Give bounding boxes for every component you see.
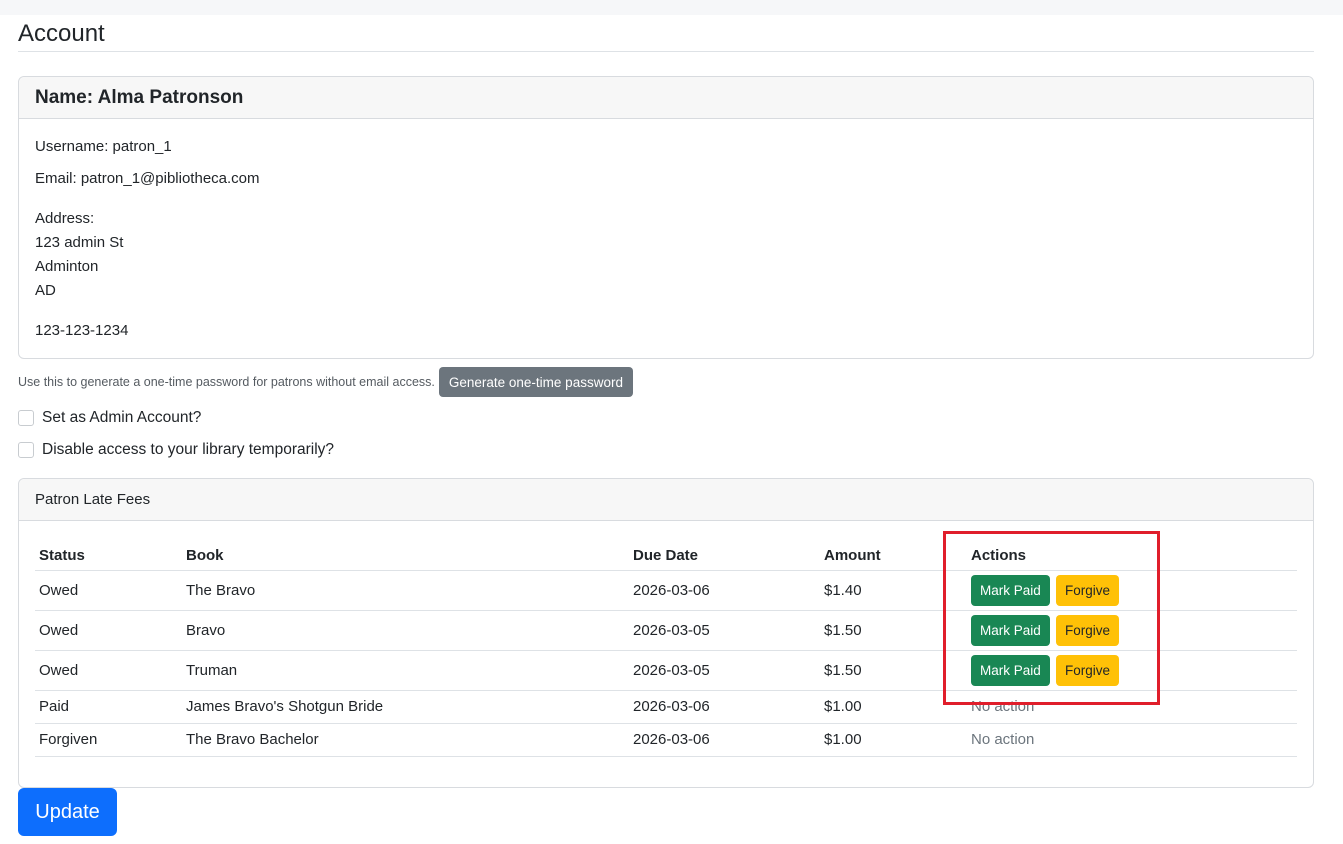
row-status: Forgiven (35, 723, 182, 757)
late-fees-header: Patron Late Fees (19, 479, 1313, 521)
username-line: Username: patron_1 (35, 138, 172, 155)
row-actions: Mark Paid Forgive (967, 610, 1297, 651)
column-header-amount: Amount (820, 535, 967, 571)
row-book: James Bravo's Shotgun Bride (182, 690, 629, 724)
otp-helper-text: Use this to generate a one-time password… (18, 375, 435, 389)
row-due-date: 2026-03-05 (629, 610, 820, 651)
address-line-2: Adminton (35, 258, 99, 275)
row-status: Owed (35, 570, 182, 611)
address-line-3: AD (35, 282, 56, 299)
row-due-date: 2026-03-06 (629, 570, 820, 611)
mark-paid-button[interactable]: Mark Paid (971, 574, 1050, 606)
mark-paid-button[interactable]: Mark Paid (971, 654, 1050, 686)
mark-paid-button[interactable]: Mark Paid (971, 614, 1050, 646)
patron-info-header: Name: Alma Patronson (19, 77, 1313, 119)
table-row: Paid James Bravo's Shotgun Bride 2026-03… (35, 690, 1297, 724)
row-amount: $1.50 (820, 650, 967, 691)
late-fees-card: Patron Late Fees Status Book Due Date Am… (18, 478, 1314, 788)
row-no-action: No action (967, 690, 1297, 724)
table-header-row: Status Book Due Date Amount Actions (35, 535, 1297, 571)
row-status: Owed (35, 650, 182, 691)
row-book: Truman (182, 650, 629, 691)
page-title: Account (18, 18, 1314, 52)
row-actions: Mark Paid Forgive (967, 570, 1297, 611)
row-status: Paid (35, 690, 182, 724)
disable-access-checkbox[interactable] (18, 442, 34, 458)
row-status: Owed (35, 610, 182, 651)
admin-checkbox[interactable] (18, 410, 34, 426)
row-book: The Bravo Bachelor (182, 723, 629, 757)
column-header-status: Status (35, 535, 182, 571)
row-amount: $1.00 (820, 723, 967, 757)
address-label: Address: (35, 210, 95, 227)
otp-row: Use this to generate a one-time password… (18, 367, 633, 397)
disable-access-option[interactable]: Disable access to your library temporari… (18, 441, 334, 459)
row-due-date: 2026-03-06 (629, 690, 820, 724)
table-row: Owed Truman 2026-03-05 $1.50 Mark Paid F… (35, 650, 1297, 691)
admin-checkbox-label: Set as Admin Account? (42, 409, 202, 426)
address-line-1: 123 admin St (35, 234, 124, 251)
phone-line: 123-123-1234 (35, 322, 129, 339)
row-due-date: 2026-03-06 (629, 723, 820, 757)
table-row: Owed Bravo 2026-03-05 $1.50 Mark Paid Fo… (35, 610, 1297, 651)
row-book: Bravo (182, 610, 629, 651)
row-amount: $1.50 (820, 610, 967, 651)
patron-info-card: Name: Alma Patronson Username: patron_1 … (18, 76, 1314, 359)
update-button[interactable]: Update (18, 788, 117, 836)
column-header-due-date: Due Date (629, 535, 820, 571)
email-line: Email: patron_1@pibliotheca.com (35, 170, 260, 187)
admin-option[interactable]: Set as Admin Account? (18, 409, 201, 427)
row-actions: Mark Paid Forgive (967, 650, 1297, 691)
late-fees-table: Status Book Due Date Amount Actions Owed… (35, 535, 1297, 757)
forgive-button[interactable]: Forgive (1055, 614, 1119, 646)
table-row: Forgiven The Bravo Bachelor 2026-03-06 $… (35, 723, 1297, 757)
row-amount: $1.00 (820, 690, 967, 724)
top-bar (0, 0, 1343, 15)
row-due-date: 2026-03-05 (629, 650, 820, 691)
patron-name: Name: Alma Patronson (35, 86, 244, 108)
row-no-action: No action (967, 723, 1297, 757)
disable-access-checkbox-label: Disable access to your library temporari… (42, 441, 335, 458)
table-row: Owed The Bravo 2026-03-06 $1.40 Mark Pai… (35, 570, 1297, 611)
row-amount: $1.40 (820, 570, 967, 611)
column-header-book: Book (182, 535, 629, 571)
forgive-button[interactable]: Forgive (1055, 654, 1119, 686)
generate-otp-button[interactable]: Generate one-time password (438, 367, 633, 397)
row-book: The Bravo (182, 570, 629, 611)
column-header-actions: Actions (967, 535, 1297, 571)
forgive-button[interactable]: Forgive (1055, 574, 1119, 606)
